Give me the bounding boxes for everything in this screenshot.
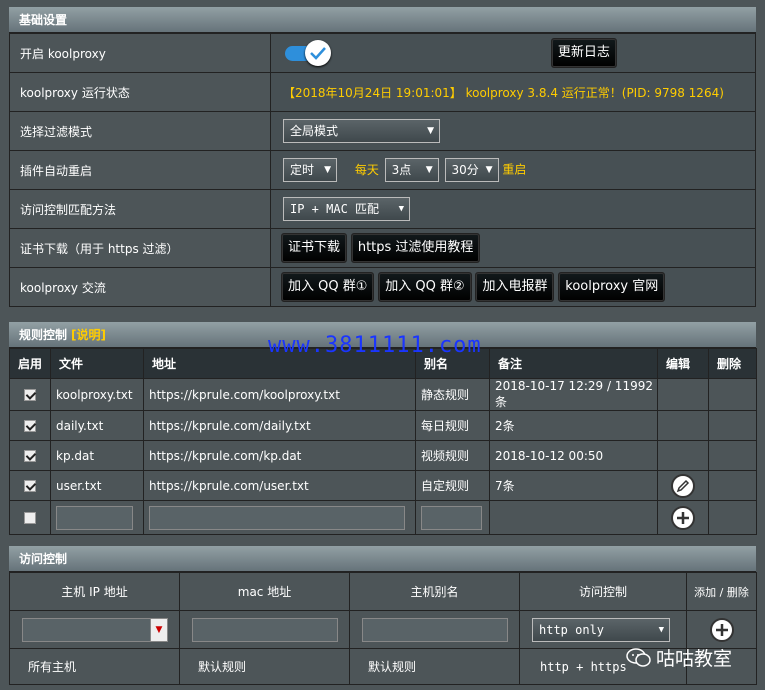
col-host-alias: 主机别名 xyxy=(349,572,520,611)
cert-label: 证书下载（用于 https 过滤） xyxy=(9,228,271,268)
rule-enable-checkbox[interactable] xyxy=(24,450,36,462)
join-telegram-button[interactable]: 加入电报群 xyxy=(475,272,555,302)
col-file: 文件 xyxy=(50,348,144,379)
cert-download-button[interactable]: 证书下载 xyxy=(281,233,348,263)
filter-mode-select[interactable]: 全局模式 ▼ xyxy=(283,119,440,143)
chevron-down-icon: ▼ xyxy=(658,624,664,635)
chevron-down-icon: ▼ xyxy=(425,165,433,175)
col-mac: mac 地址 xyxy=(179,572,350,611)
col-edit: 编辑 xyxy=(657,348,709,379)
restart-mode-select[interactable]: 定时 ▼ xyxy=(283,158,337,182)
https-tutorial-button[interactable]: https 过滤使用教程 xyxy=(350,233,481,263)
acl-method-select[interactable]: IP + MAC 匹配 ▼ xyxy=(283,197,410,221)
restart-minute-select[interactable]: 30分 ▼ xyxy=(444,158,499,182)
watermark-url: www.3811111.com xyxy=(268,333,482,358)
table-row: daily.txt https://kprule.com/daily.txt 每… xyxy=(9,410,757,441)
new-rule-alias-input[interactable] xyxy=(421,505,482,530)
chevron-down-icon: ▼ xyxy=(324,165,331,175)
new-rule-url-input[interactable] xyxy=(149,505,405,530)
host-ip-combo[interactable]: ▼ xyxy=(22,617,168,642)
edit-rule-button[interactable] xyxy=(671,473,695,498)
table-row: user.txt https://kprule.com/user.txt 自定规… xyxy=(9,470,757,501)
filter-mode-label: 选择过滤模式 xyxy=(9,111,271,151)
check-icon xyxy=(310,47,326,60)
changelog-button[interactable]: 更新日志 xyxy=(550,38,617,68)
plus-icon xyxy=(677,511,689,524)
auto-restart-label: 插件自动重启 xyxy=(9,150,271,190)
add-host-button[interactable] xyxy=(709,617,734,642)
restart-hour-select[interactable]: 3点 ▼ xyxy=(384,158,439,182)
chevron-down-icon: ▼ xyxy=(427,126,434,136)
table-row: kp.dat https://kprule.com/kp.dat 视频规则 20… xyxy=(9,440,757,471)
col-enable: 启用 xyxy=(9,348,51,379)
access-control-title: 访问控制 xyxy=(9,546,756,572)
table-row: koolproxy.txt https://kprule.com/koolpro… xyxy=(9,378,757,411)
access-mode-select[interactable]: http only ▼ xyxy=(532,617,670,642)
restart-every-text: 每天 xyxy=(354,162,379,177)
status-text: 【2018年10月24日 19:01:01】 koolproxy 3.8.4 运… xyxy=(270,72,756,112)
chevron-down-icon: ▼ xyxy=(398,204,404,214)
rule-enable-checkbox[interactable] xyxy=(24,420,36,432)
col-host-ip: 主机 IP 地址 xyxy=(9,572,180,611)
join-qq2-button[interactable]: 加入 QQ 群② xyxy=(378,272,472,302)
dropdown-arrow-icon[interactable]: ▼ xyxy=(150,617,168,642)
col-access-mode: 访问控制 xyxy=(519,572,687,611)
community-label: koolproxy 交流 xyxy=(9,267,271,307)
watermark-brand: 咕咕教室 xyxy=(626,644,732,671)
basic-settings-panel: 基础设置 开启 koolproxy 更新日志 koolproxy 运行状态 【2… xyxy=(9,7,756,307)
enable-toggle[interactable] xyxy=(283,40,331,66)
rule-enable-checkbox[interactable] xyxy=(24,389,36,401)
col-add-delete: 添加 / 删除 xyxy=(686,572,757,611)
status-label: koolproxy 运行状态 xyxy=(9,72,271,112)
rules-help-link[interactable]: [说明] xyxy=(71,328,106,342)
col-note: 备注 xyxy=(489,348,658,379)
plus-icon xyxy=(715,623,728,636)
wechat-icon xyxy=(626,647,651,667)
restart-suffix-text: 重启 xyxy=(502,162,527,177)
acl-method-label: 访问控制匹配方法 xyxy=(9,189,271,229)
official-site-button[interactable]: koolproxy 官网 xyxy=(558,272,666,302)
enable-label: 开启 koolproxy xyxy=(9,33,271,73)
add-rule-button[interactable] xyxy=(671,505,695,530)
basic-settings-table: 开启 koolproxy 更新日志 koolproxy 运行状态 【2018年1… xyxy=(9,33,756,307)
new-rule-checkbox[interactable] xyxy=(24,512,36,524)
host-alias-input[interactable] xyxy=(362,617,508,642)
new-rule-row xyxy=(9,500,757,535)
rules-title: 规则控制 xyxy=(19,328,68,342)
pencil-icon xyxy=(676,479,690,492)
chevron-down-icon: ▼ xyxy=(485,165,493,175)
mac-address-input[interactable] xyxy=(192,617,338,642)
basic-settings-title: 基础设置 xyxy=(9,7,756,33)
col-delete: 删除 xyxy=(708,348,757,379)
rule-enable-checkbox[interactable] xyxy=(24,480,36,492)
new-rule-file-input[interactable] xyxy=(56,505,133,530)
join-qq1-button[interactable]: 加入 QQ 群① xyxy=(281,272,375,302)
rules-table: 启用 文件 地址 别名 备注 编辑 删除 koolproxy.txt https… xyxy=(9,348,757,535)
